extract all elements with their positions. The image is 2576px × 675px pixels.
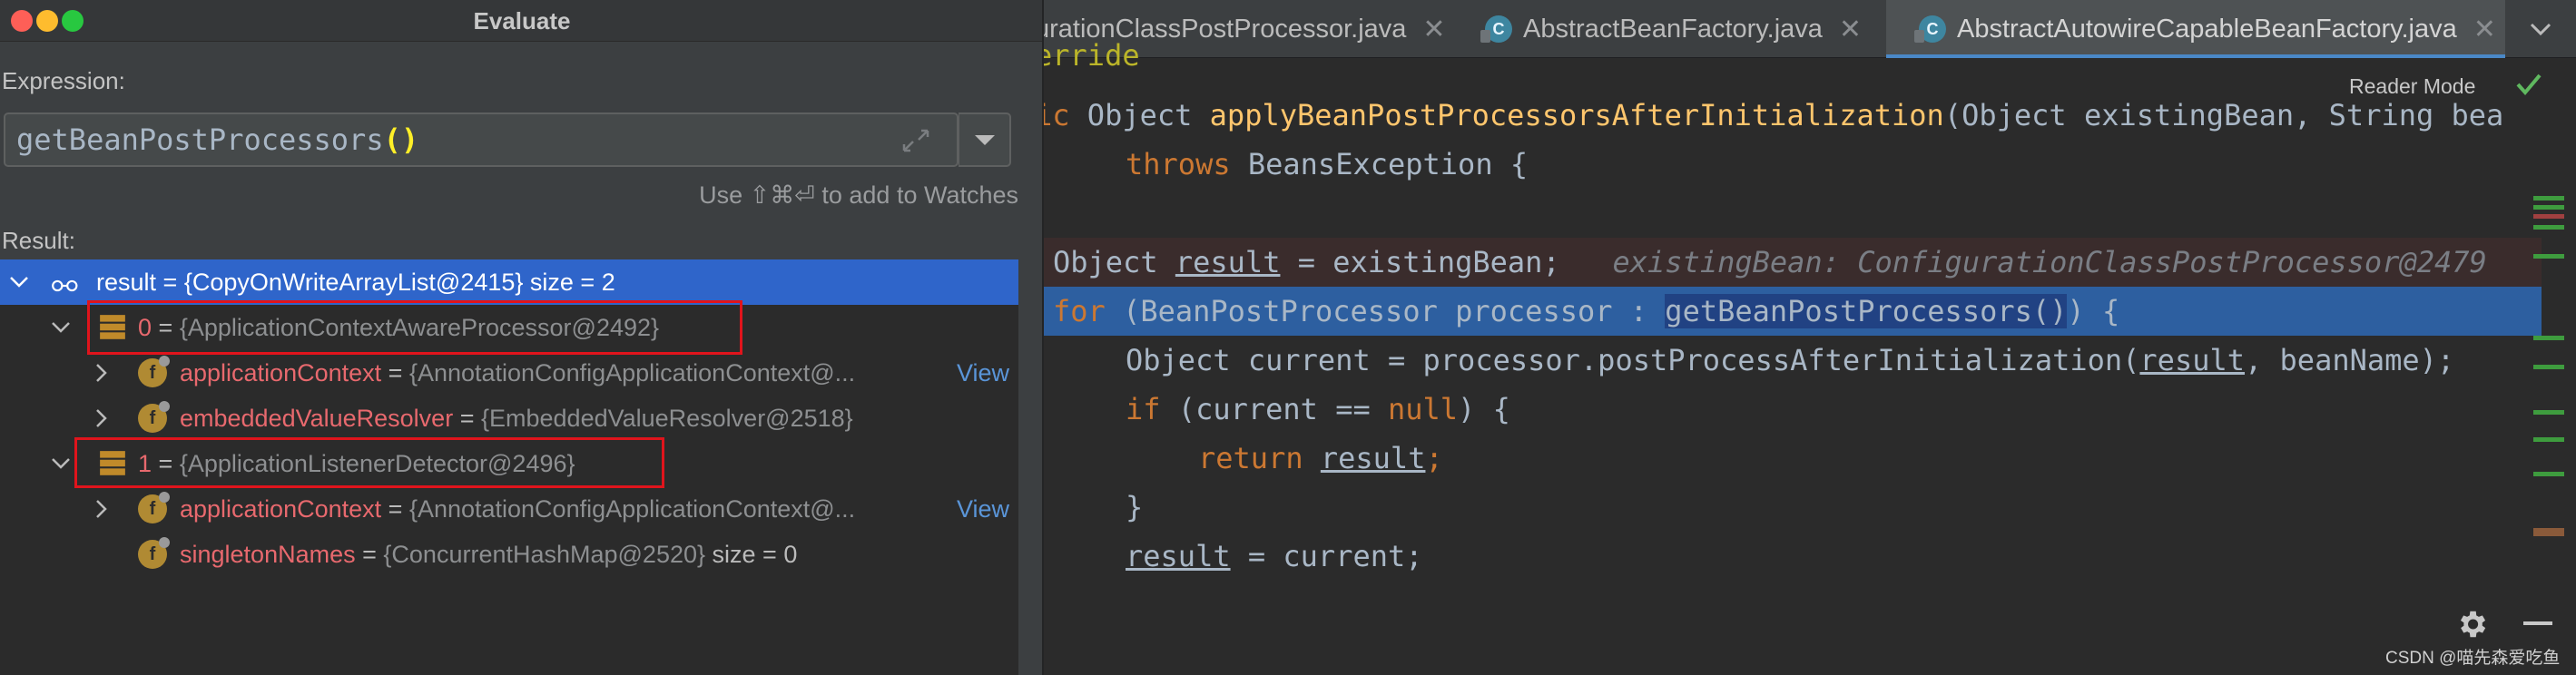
chevron-down-icon[interactable] [51,456,71,471]
field-icon: f [138,401,170,433]
watch-glasses-icon [52,279,78,292]
code-line-assign-result: result = current; [1126,539,1423,573]
close-icon[interactable]: ✕ [1839,14,1862,45]
field-name: embeddedValueResolver [180,405,454,432]
editor-bottom-bar [1035,585,2576,675]
result-tree[interactable]: result = {CopyOnWriteArrayList@2415} siz… [0,259,1018,675]
tab-label: AbstractBeanFactory.java [1523,14,1823,44]
highlight-box [87,300,742,355]
field-name: applicationContext [180,495,382,523]
dialog-title: Evaluate [473,7,571,34]
result-size: size = 2 [523,269,615,296]
code-line-return: return result; [1198,441,1443,475]
chevron-down-icon[interactable] [9,275,29,289]
chevron-right-icon[interactable] [94,499,109,519]
change-marker[interactable] [2533,472,2564,476]
code-line-method-signature: ic Object applyBeanPostProcessorsAfterIn… [1035,98,2504,132]
code-line-post-process: Object current = processor.postProcessAf… [1126,343,2455,377]
tree-row-field[interactable]: f applicationContext = {AnnotationConfig… [0,350,1018,396]
result-value: {CopyOnWriteArrayList@2415} [183,269,524,296]
class-icon: C [1914,15,1946,43]
tree-row-field[interactable]: f applicationContext = {AnnotationConfig… [0,486,1018,532]
field-name: singletonNames [180,541,356,568]
close-icon[interactable]: ✕ [1422,14,1445,45]
add-to-watches-hint: Use ⇧⌘⏎ to add to Watches [699,181,1018,209]
chevron-down-icon[interactable] [51,320,71,335]
expand-icon[interactable] [900,127,931,159]
code-line-result-declaration: Object result = existingBean; existingBe… [1035,238,2542,287]
change-marker[interactable] [2533,214,2564,219]
code-line-throws: throws BeansException { [1126,147,1529,181]
highlight-box [74,437,664,488]
change-marker[interactable] [2533,225,2564,230]
chevron-right-icon[interactable] [94,363,109,383]
tab-label: AbstractAutowireCapableBeanFactory.java [1957,14,2457,44]
field-value: {AnnotationConfigApplicationContext@... [408,495,856,523]
evaluate-dialog: Evaluate Expression: getBeanPostProcesso… [0,0,1044,675]
dialog-title-bar[interactable]: Evaluate [0,0,1042,42]
change-marker[interactable] [2533,365,2564,369]
chevron-right-icon[interactable] [94,408,109,428]
change-marker[interactable] [2533,437,2564,442]
change-marker[interactable] [2533,410,2564,415]
field-icon: f [138,356,170,387]
change-marker[interactable] [2533,528,2564,536]
expression-label: Expression: [2,67,125,94]
minimize-icon[interactable] [2523,621,2552,625]
field-name: applicationContext [180,359,382,386]
expression-input[interactable]: getBeanPostProcessors() [4,112,959,167]
change-marker[interactable] [2533,336,2564,340]
result-label: Result: [2,227,75,254]
close-icon[interactable]: ✕ [2473,14,2496,45]
gear-icon[interactable] [2454,607,2489,646]
expression-parens: () [383,122,419,157]
field-value: {ConcurrentHashMap@2520} [383,541,706,568]
field-icon: f [138,537,170,569]
chevron-down-icon [975,135,995,145]
tree-row-field[interactable]: f singletonNames = {ConcurrentHashMap@25… [0,532,1018,577]
field-value: {EmbeddedValueResolver@2518} [480,405,853,432]
result-name: result [96,269,157,296]
history-dropdown-button[interactable] [959,112,1011,167]
code-line-if-null: if (current == null) { [1126,392,1510,426]
expression-text: getBeanPostProcessors [16,122,384,157]
change-marker[interactable] [2533,205,2564,210]
field-value: {AnnotationConfigApplicationContext@... [408,359,856,386]
view-link[interactable]: View [957,350,1009,396]
field-icon: f [138,492,170,523]
code-line-for-loop: for (BeanPostProcessor processor : getBe… [1035,287,2542,336]
code-editor[interactable]: urationClassPostProcessor.java ✕ C Abstr… [1035,0,2576,675]
view-link[interactable]: View [957,486,1009,532]
watermark: CSDN @喵先森爱吃鱼 [2385,649,2561,668]
code-line-annotation: erride [1035,42,1140,73]
inline-debug-value: existingBean: ConfigurationClassPostProc… [1612,245,2487,279]
tree-row-field[interactable]: f embeddedValueResolver = {EmbeddedValue… [0,396,1018,441]
change-marker[interactable] [2533,254,2564,259]
class-icon: C [1480,15,1512,43]
selected-expression: getBeanPostProcessors() [1665,294,2068,328]
tree-row-result[interactable]: result = {CopyOnWriteArrayList@2415} siz… [0,259,1018,305]
code-line-closing-brace: } [1126,490,1144,524]
tab-label: urationClassPostProcessor.java [1035,14,1407,44]
field-size: size = 0 [705,541,798,568]
change-marker[interactable] [2533,196,2564,201]
